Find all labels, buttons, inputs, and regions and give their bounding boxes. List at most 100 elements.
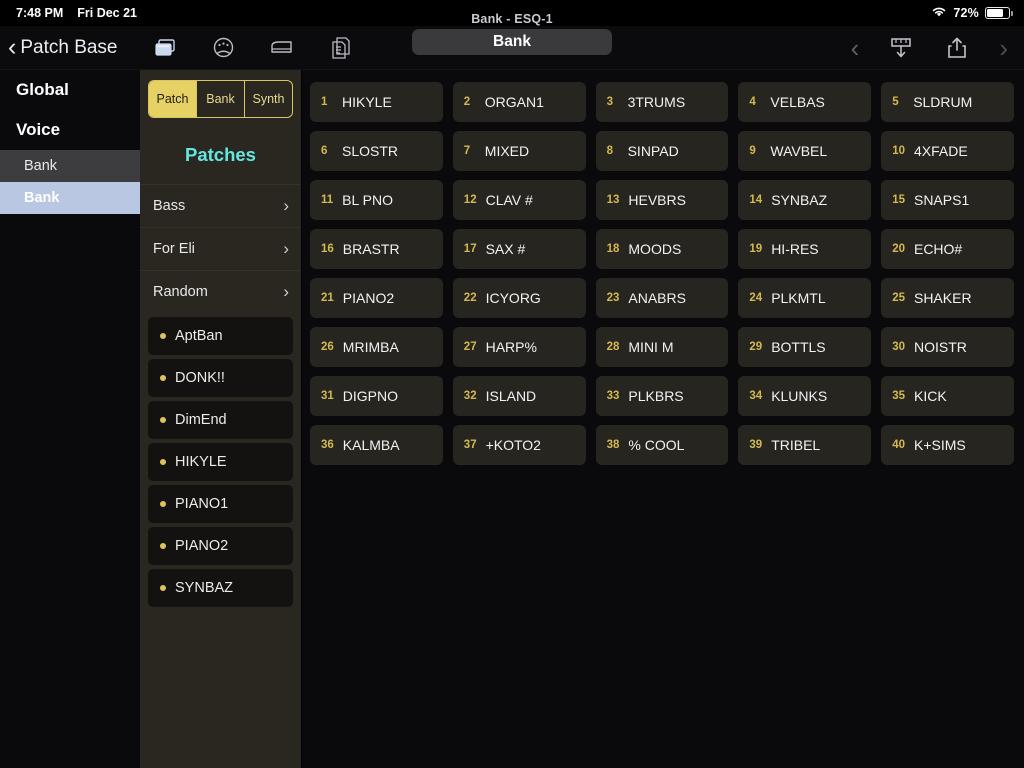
download-to-synth-icon[interactable]: [887, 34, 915, 62]
back-button[interactable]: ‹ Patch Base: [0, 35, 118, 60]
segment-bank[interactable]: Bank: [197, 81, 245, 117]
list-item[interactable]: HIKYLE: [148, 443, 293, 481]
patch-slot[interactable]: 8 SINPAD: [595, 131, 729, 171]
patch-slot-number: 9: [749, 145, 756, 157]
list-item[interactable]: AptBan: [148, 317, 293, 355]
patch-slot[interactable]: 32 ISLAND: [452, 376, 586, 416]
patch-slot-name: HIKYLE: [342, 94, 392, 110]
patch-slot[interactable]: 5 SLDRUM: [881, 82, 1014, 122]
patch-slot[interactable]: 29 BOTTLS: [738, 327, 872, 367]
patch-dot-icon: [160, 459, 166, 465]
patch-slot[interactable]: 7 MIXED: [452, 131, 586, 171]
patch-slot[interactable]: 36 KALMBA: [310, 425, 443, 465]
patch-slot[interactable]: 31 DIGPNO: [310, 376, 443, 416]
sidebar-item-bank-group[interactable]: Bank: [0, 150, 140, 182]
knob-dial-icon[interactable]: [210, 34, 238, 62]
folder-label: Bass: [153, 198, 186, 214]
sidebar: Global Voice Bank Bank: [0, 70, 140, 768]
patch-slot[interactable]: 17 SAX #: [452, 229, 586, 269]
nav-right-group: ‹ ›: [851, 34, 1024, 62]
patch-slot[interactable]: 23 ANABRS: [595, 278, 729, 318]
prev-button[interactable]: ‹: [851, 35, 860, 61]
next-button[interactable]: ›: [999, 35, 1008, 61]
patch-slot[interactable]: 21 PIANO2: [310, 278, 443, 318]
patch-slot[interactable]: 19 HI-RES: [738, 229, 872, 269]
back-button-label: Patch Base: [20, 36, 118, 58]
list-item[interactable]: DONK!!: [148, 359, 293, 397]
patch-slot-name: 4XFADE: [913, 143, 968, 159]
patch-slot[interactable]: 16 BRASTR: [310, 229, 443, 269]
bank-selector-button[interactable]: Bank: [412, 29, 612, 55]
segment-synth[interactable]: Synth: [245, 81, 292, 117]
patch-slot-number: 36: [321, 439, 334, 451]
list-item[interactable]: SYNBAZ: [148, 569, 293, 607]
patch-slot[interactable]: 25 SHAKER: [881, 278, 1014, 318]
patch-slot-name: PIANO2: [342, 290, 395, 306]
patch-slot-name: WAVBEL: [770, 143, 828, 159]
patch-slot-number: 15: [892, 194, 905, 206]
patch-slot-name: SLDRUM: [913, 94, 973, 110]
app-root: 7:48 PM Fri Dec 21 72% ‹ Patch Base Bank…: [0, 0, 1024, 768]
patch-label: HIKYLE: [175, 454, 227, 470]
documents-copy-icon[interactable]: [326, 34, 354, 62]
patch-slot-number: 14: [749, 194, 763, 206]
patch-dot-icon: [160, 417, 166, 423]
list-item[interactable]: DimEnd: [148, 401, 293, 439]
segment-patch[interactable]: Patch: [149, 81, 197, 117]
folder-row-bass[interactable]: Bass ›: [140, 184, 301, 227]
patch-slot[interactable]: 2 ORGAN1: [452, 82, 586, 122]
patch-slot-name: KLUNKS: [771, 388, 828, 404]
list-item[interactable]: PIANO2: [148, 527, 293, 565]
patch-slot[interactable]: 37 +KOTO2: [452, 425, 586, 465]
piano-keyboard-icon[interactable]: [268, 34, 296, 62]
patch-slot[interactable]: 30 NOISTR: [881, 327, 1014, 367]
patch-slot[interactable]: 3 3TRUMS: [595, 82, 729, 122]
patch-slot[interactable]: 6 SLOSTR: [310, 131, 443, 171]
patch-slot[interactable]: 33 PLKBRS: [595, 376, 729, 416]
patch-slot-number: 3: [606, 96, 613, 108]
folder-row-for-eli[interactable]: For Eli ›: [140, 227, 301, 270]
status-date: Fri Dec 21: [77, 6, 138, 20]
patch-slot[interactable]: 9 WAVBEL: [738, 131, 872, 171]
patch-slot[interactable]: 35 KICK: [881, 376, 1014, 416]
patch-slot[interactable]: 18 MOODS: [595, 229, 729, 269]
patch-slot-number: 23: [606, 292, 620, 304]
patch-slot[interactable]: 13 HEVBRS: [595, 180, 729, 220]
patch-slot-number: 24: [749, 292, 763, 304]
patch-slot[interactable]: 27 HARP%: [452, 327, 586, 367]
patch-slot[interactable]: 14 SYNBAZ: [738, 180, 872, 220]
patch-label: PIANO1: [175, 496, 229, 512]
status-time: 7:48 PM: [16, 6, 64, 20]
patch-slot[interactable]: 34 KLUNKS: [738, 376, 872, 416]
list-item[interactable]: PIANO1: [148, 485, 293, 523]
chevron-right-icon: ›: [283, 196, 289, 215]
patch-label: DONK!!: [175, 370, 225, 386]
patch-slot[interactable]: 1 HIKYLE: [310, 82, 443, 122]
patch-slot[interactable]: 39 TRIBEL: [738, 425, 872, 465]
patch-slot[interactable]: 11 BL PNO: [310, 180, 443, 220]
folder-row-random[interactable]: Random ›: [140, 270, 301, 313]
sidebar-item-global[interactable]: Global: [0, 70, 140, 110]
patch-slot[interactable]: 15 SNAPS1: [881, 180, 1014, 220]
windows-icon[interactable]: [152, 34, 180, 62]
sidebar-item-voice[interactable]: Voice: [0, 110, 140, 150]
patch-slot[interactable]: 20 ECHO#: [881, 229, 1014, 269]
patch-slot[interactable]: 40 K+SIMS: [881, 425, 1014, 465]
patch-slot[interactable]: 38 % COOL: [595, 425, 729, 465]
nav-title: Bank - ESQ-1 Bank: [382, 12, 642, 55]
patch-slot-number: 17: [463, 243, 477, 255]
chevron-right-icon: ›: [283, 282, 289, 301]
share-icon[interactable]: [943, 34, 971, 62]
patch-label: SYNBAZ: [175, 580, 234, 596]
patch-slot-number: 13: [606, 194, 620, 206]
patch-slot[interactable]: 26 MRIMBA: [310, 327, 443, 367]
patch-slot[interactable]: 4 VELBAS: [738, 82, 872, 122]
patch-slot[interactable]: 12 CLAV #: [452, 180, 586, 220]
patch-slot[interactable]: 28 MINI M: [595, 327, 729, 367]
patch-slot[interactable]: 10 4XFADE: [881, 131, 1014, 171]
patch-slot[interactable]: 24 PLKMTL: [738, 278, 872, 318]
patch-slot-name: % COOL: [628, 437, 685, 453]
patch-list: Bass › For Eli › Random › AptBan DONK!! …: [140, 184, 301, 617]
patch-slot[interactable]: 22 ICYORG: [452, 278, 586, 318]
sidebar-item-bank-selected[interactable]: Bank: [0, 182, 140, 214]
